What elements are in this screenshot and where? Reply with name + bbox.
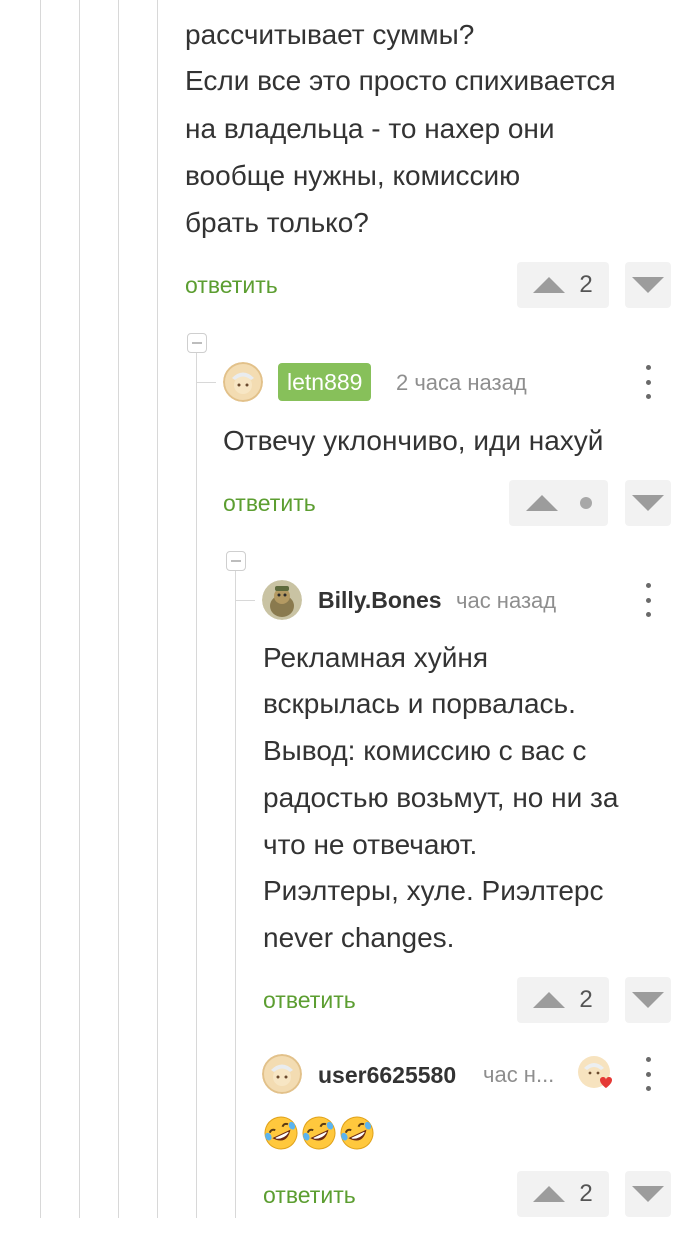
rolling-on-floor-laughing-icon (302, 1116, 336, 1150)
username-link[interactable]: Billy.Bones (318, 587, 442, 614)
thread-line (118, 0, 119, 1218)
reply-link[interactable]: ответить (185, 272, 278, 299)
avatar[interactable] (262, 580, 302, 620)
downvote-button[interactable] (625, 480, 671, 526)
comment-text: Отвечу уклончиво, иди нахуй (223, 425, 604, 456)
comment-timestamp: час н... (483, 1062, 555, 1087)
vote-score: 2 (579, 1180, 593, 1207)
more-options-icon[interactable] (643, 583, 653, 617)
vote-score: 2 (579, 986, 593, 1013)
more-options-icon[interactable] (643, 1057, 653, 1091)
comment-text-line: что не отвечают. (263, 829, 478, 860)
comment-timestamp: час назад (456, 588, 557, 613)
comment-text-line: Рекламная хуйня (263, 642, 488, 673)
avatar[interactable] (223, 362, 263, 402)
avatar-image (262, 1054, 302, 1094)
thread-connector (196, 382, 216, 383)
rolling-on-floor-laughing-icon (264, 1116, 298, 1150)
comment-text-line: на владельца - то нахер они (185, 113, 555, 144)
reply-link[interactable]: ответить (223, 490, 316, 517)
upvote-button[interactable]: 2 (517, 1171, 609, 1217)
downvote-button[interactable] (625, 1171, 671, 1217)
comment-text-line: вскрылась и порвалась. (263, 688, 576, 719)
upvote-arrow-icon (525, 495, 558, 511)
comment-text-line: Если все это просто спихивается (185, 65, 616, 96)
collapse-thread-button[interactable] (226, 551, 246, 571)
downvote-button[interactable] (625, 262, 671, 308)
reply-link[interactable]: ответить (263, 987, 356, 1014)
avatar-image (262, 580, 302, 620)
upvote-button[interactable]: 2 (517, 262, 609, 308)
comment-text-line: рассчитывает суммы? (185, 19, 475, 50)
author-reaction-icon (576, 1054, 616, 1094)
comment-emoji-text (263, 1115, 375, 1151)
thread-connector (235, 600, 255, 601)
thread-line (157, 0, 158, 1218)
downvote-arrow-icon (632, 1186, 664, 1202)
collapse-thread-button[interactable] (187, 333, 207, 353)
username-badge[interactable]: letn889 (278, 363, 372, 401)
downvote-arrow-icon (632, 277, 664, 293)
comment-text-line: Вывод: комиссию с вас с (263, 735, 587, 766)
vote-neutral-dot-icon (579, 497, 592, 509)
more-options-icon[interactable] (643, 365, 653, 399)
thread-line (40, 0, 41, 1218)
comment-text-line: брать только? (185, 207, 369, 238)
downvote-arrow-icon (632, 992, 664, 1008)
username-link[interactable]: user6625580 (318, 1062, 456, 1089)
downvote-button[interactable] (625, 977, 671, 1023)
avatar[interactable] (262, 1054, 302, 1094)
downvote-arrow-icon (632, 495, 664, 511)
upvote-button[interactable]: 2 (517, 977, 609, 1023)
comment-text-line: never changes. (263, 922, 455, 953)
vote-score: 2 (579, 271, 593, 298)
comment-text-line: вообще нужны, комиссию (185, 160, 521, 191)
upvote-arrow-icon (533, 1186, 566, 1202)
upvote-button[interactable] (509, 480, 608, 526)
comment-text-line: радостью возьмут, но ни за (263, 782, 619, 813)
thread-line (235, 570, 236, 1218)
comment-text-line: Риэлтеры, хуле. Риэлтерс (263, 875, 604, 906)
upvote-arrow-icon (533, 277, 566, 293)
thread-line (196, 352, 197, 1218)
reply-link[interactable]: ответить (263, 1182, 356, 1209)
avatar-image (223, 362, 263, 402)
thread-line (79, 0, 80, 1218)
comment-timestamp: 2 часа назад (396, 370, 527, 395)
rolling-on-floor-laughing-icon (340, 1116, 374, 1150)
upvote-arrow-icon (533, 992, 566, 1008)
